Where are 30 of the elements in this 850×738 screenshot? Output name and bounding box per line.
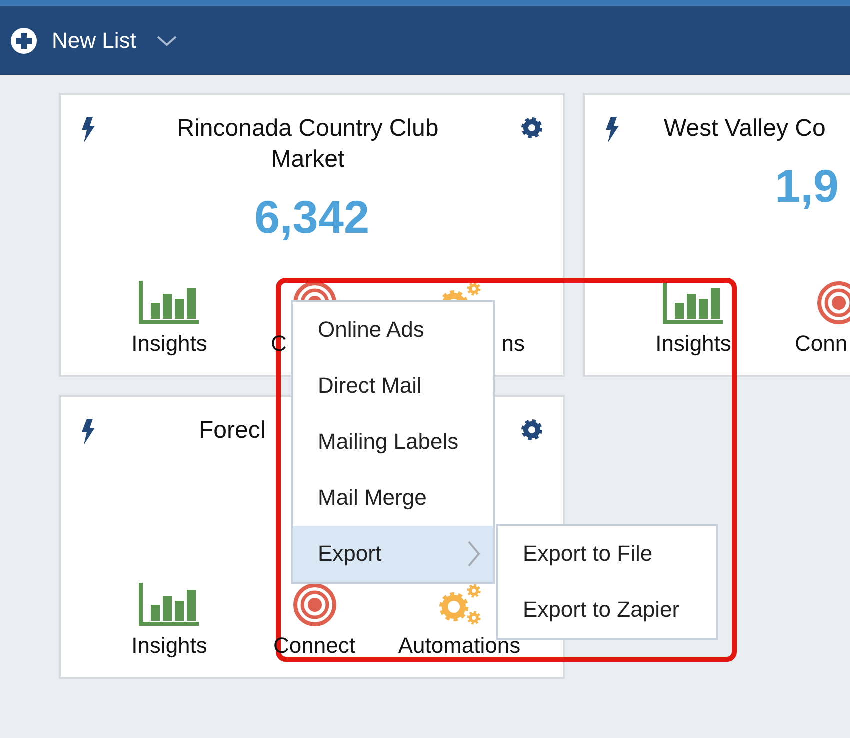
- settings-icon[interactable]: [521, 117, 543, 139]
- action-label[interactable]: Conn: [795, 331, 848, 357]
- chevron-down-icon: [156, 34, 178, 48]
- lightning-icon: [81, 117, 95, 143]
- settings-icon[interactable]: [521, 419, 543, 441]
- bar-chart-icon[interactable]: [662, 281, 724, 325]
- plus-circle-icon: [10, 26, 38, 54]
- action-label[interactable]: Insights: [132, 331, 208, 357]
- record-count: 6,342: [254, 191, 370, 243]
- lightning-icon: [81, 419, 95, 445]
- target-icon[interactable]: [816, 281, 850, 325]
- bar-chart-icon[interactable]: [138, 281, 200, 325]
- new-list-button[interactable]: New List: [10, 26, 178, 54]
- action-label[interactable]: Insights: [132, 633, 208, 659]
- card-title: Rinconada Country Club Market: [176, 114, 440, 175]
- action-label[interactable]: Insights: [656, 331, 732, 357]
- lightning-icon: [605, 117, 619, 143]
- bar-chart-icon[interactable]: [138, 583, 200, 627]
- card-title: West Valley Co: [664, 114, 826, 144]
- action-label[interactable]: ns: [502, 331, 525, 357]
- menu-item[interactable]: Export to File: [498, 526, 716, 582]
- menu-item[interactable]: Mailing Labels: [293, 414, 493, 470]
- gears-icon[interactable]: [436, 583, 482, 627]
- record-count: 1,9: [775, 160, 839, 212]
- card-title: Forecl: [199, 416, 266, 446]
- menu-item[interactable]: Direct Mail: [293, 358, 493, 414]
- menu-item[interactable]: Mail Merge: [293, 470, 493, 526]
- menu-item[interactable]: Online Ads: [293, 302, 493, 358]
- menu-item[interactable]: Export: [293, 526, 493, 582]
- target-icon[interactable]: [292, 583, 336, 627]
